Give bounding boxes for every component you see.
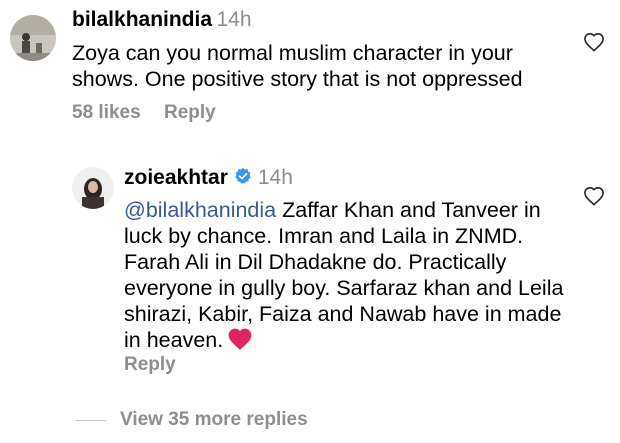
- red-heart-emoji: [227, 327, 253, 357]
- divider-line: [76, 419, 106, 421]
- view-more-replies[interactable]: View 35 more replies: [76, 409, 308, 431]
- likes-count[interactable]: 58 likes: [72, 102, 141, 124]
- avatar[interactable]: [10, 15, 56, 61]
- reply-button[interactable]: Reply: [124, 354, 176, 376]
- view-more-label[interactable]: View 35 more replies: [120, 409, 308, 431]
- username[interactable]: zoieakhtar: [124, 166, 228, 190]
- username[interactable]: bilalkhanindia: [72, 8, 212, 31]
- verified-badge-icon: [234, 167, 252, 190]
- heart-outline-icon[interactable]: [583, 186, 605, 211]
- timestamp: 14h: [216, 8, 252, 31]
- avatar[interactable]: [72, 167, 114, 209]
- comment-text: @bilalkhanindia Zaffar Khan and Tanveer …: [124, 197, 564, 357]
- heart-outline-icon[interactable]: [583, 32, 605, 57]
- comment-text: Zoya can you normal muslim character in …: [72, 41, 523, 91]
- comment-header: bilalkhanindia 14h: [72, 8, 252, 32]
- reply-button[interactable]: Reply: [164, 102, 216, 124]
- timestamp: 14h: [257, 166, 293, 189]
- mention-link[interactable]: @bilalkhanindia: [124, 198, 276, 222]
- comment-header: zoieakhtar 14h: [124, 166, 293, 190]
